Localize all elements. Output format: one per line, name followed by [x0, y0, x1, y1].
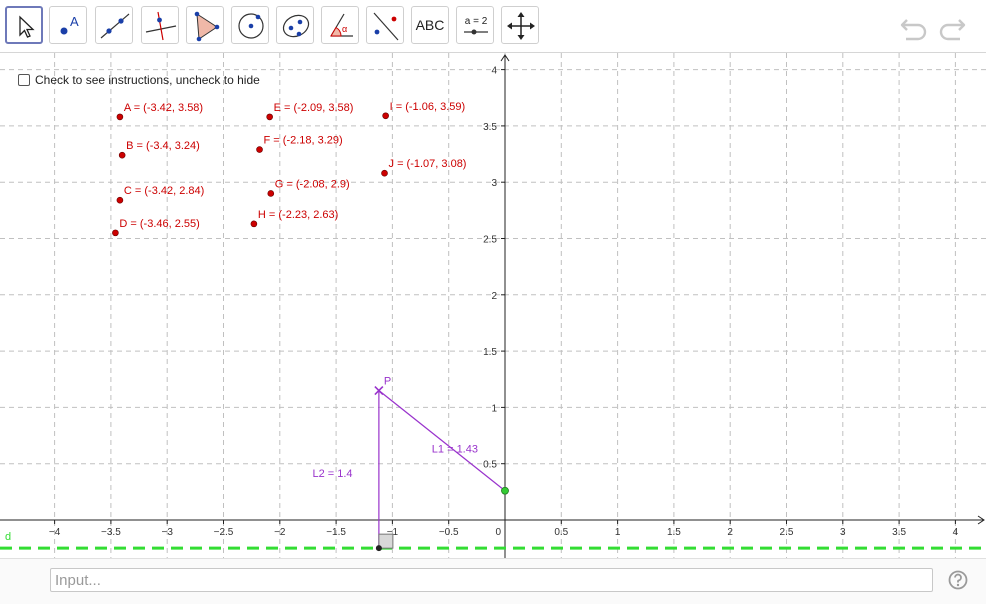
- point-tool[interactable]: A: [49, 6, 87, 44]
- x-axis-tick-label: 1: [615, 527, 621, 538]
- input-field[interactable]: [50, 568, 933, 592]
- x-axis-tick-label: −0.5: [439, 527, 459, 538]
- y-axis-tick-label: 1.5: [483, 347, 497, 358]
- line-tool[interactable]: [95, 6, 133, 44]
- angle-tool-label: α: [342, 24, 347, 34]
- x-axis-tick-label: 1.5: [667, 527, 681, 538]
- point-j[interactable]: [381, 169, 388, 177]
- point-f[interactable]: [256, 146, 263, 153]
- y-axis-tick-label: 1: [491, 403, 497, 414]
- point-p-label: P: [384, 376, 391, 388]
- x-axis-tick-label: 4: [953, 527, 959, 538]
- point-d[interactable]: [112, 229, 119, 237]
- move-graphics-tool[interactable]: [501, 6, 539, 44]
- point-g[interactable]: [267, 190, 275, 197]
- line-icon: [100, 13, 130, 39]
- y-axis-tick-label: 2: [491, 291, 497, 302]
- point-b-label: B = (-3.4, 3.24): [126, 140, 200, 152]
- point-i-label: I = (-1.06, 3.59): [390, 101, 466, 113]
- point-j-label: J = (-1.07, 3.08): [389, 158, 467, 170]
- y-axis-tick-label: 4: [491, 66, 497, 77]
- slider-tool-label: a = 2: [465, 16, 488, 27]
- x-axis-tick-label: −4: [49, 527, 61, 538]
- slider-tool[interactable]: a = 2: [456, 6, 494, 44]
- perpendicular-icon: [145, 11, 177, 41]
- x-axis-tick-label: −2: [274, 527, 286, 538]
- x-axis-tick-label: 2: [727, 527, 733, 538]
- l1-label: L1 = 1.43: [432, 443, 478, 455]
- perpendicular-line-tool[interactable]: [141, 6, 179, 44]
- x-axis-tick-label: 0.5: [554, 527, 568, 538]
- foot-point[interactable]: [375, 545, 382, 552]
- help-button[interactable]: [948, 570, 968, 590]
- y-axis-point[interactable]: [501, 486, 509, 495]
- ellipse-icon: [282, 14, 310, 38]
- y-axis-tick-label: 3: [491, 178, 497, 189]
- undo-icon: [900, 19, 927, 41]
- instructions-checkbox-row[interactable]: Check to see instructions, uncheck to hi…: [18, 73, 260, 87]
- coordinate-plane[interactable]: −4 −3.5 −3 −2.5 −2 −1.5 −1 −0.5 0 0.5 1 1.5 2 2.5 3 3.5…: [0, 53, 986, 558]
- x-axis-tick-label: 3.5: [892, 527, 906, 538]
- text-tool[interactable]: ABC: [411, 6, 449, 44]
- point-tool-label: A: [70, 14, 79, 29]
- move-tool[interactable]: [5, 6, 43, 44]
- x-axis-tick-label: −1.5: [326, 527, 346, 538]
- polygon-icon: [194, 11, 220, 42]
- circle-icon: [238, 13, 264, 39]
- move-view-icon: [507, 12, 535, 40]
- x-axis-tick-label: 0: [495, 527, 501, 538]
- point-b[interactable]: [118, 151, 126, 159]
- point-i[interactable]: [382, 112, 389, 120]
- point-a-label: A = (-3.42, 3.58): [124, 102, 203, 114]
- angle-icon: α: [330, 13, 353, 37]
- segment-l1[interactable]: [378, 390, 506, 492]
- help-icon: [948, 570, 968, 590]
- y-axis-tick-label: 0.5: [483, 460, 497, 471]
- point-a[interactable]: [116, 113, 124, 121]
- point-h-label: H = (-2.23, 2.63): [258, 209, 338, 221]
- point-icon: A: [60, 14, 79, 35]
- point-c-label: C = (-3.42, 2.84): [124, 185, 204, 197]
- point-h[interactable]: [250, 220, 258, 228]
- x-axis-tick-label: −3.5: [101, 527, 121, 538]
- circle-tool[interactable]: [231, 6, 269, 44]
- y-axis-tick-label: 3.5: [483, 122, 497, 133]
- slider-icon: a = 2: [464, 16, 488, 35]
- reflect-tool[interactable]: [366, 6, 404, 44]
- angle-tool[interactable]: α: [321, 6, 359, 44]
- line-d-label: d: [5, 531, 11, 543]
- undo-button[interactable]: [898, 10, 930, 42]
- point-e-label: E = (-2.09, 3.58): [274, 102, 354, 114]
- instructions-checkbox[interactable]: [18, 74, 30, 86]
- point-d-label: D = (-3.46, 2.55): [119, 218, 199, 230]
- polygon-tool[interactable]: [186, 6, 224, 44]
- x-axis-tick-label: 3: [840, 527, 846, 538]
- point-f-label: F = (-2.18, 3.29): [264, 135, 343, 147]
- x-axis-tick-label: −2.5: [214, 527, 234, 538]
- input-bar: [0, 558, 986, 604]
- ellipse-tool[interactable]: [276, 6, 314, 44]
- y-axis-tick-label: 2.5: [483, 235, 497, 246]
- toolbar: A α ABC a = 2: [0, 0, 986, 53]
- reflect-icon: [373, 12, 399, 41]
- point-e[interactable]: [266, 113, 273, 121]
- redo-icon: [939, 19, 966, 41]
- l2-label: L2 = 1.4: [312, 468, 352, 480]
- arrow-cursor-icon: [19, 15, 35, 38]
- graphics-view[interactable]: −4 −3.5 −3 −2.5 −2 −1.5 −1 −0.5 0 0.5 1 1.5 2 2.5 3 3.5…: [0, 53, 986, 558]
- text-icon: ABC: [415, 17, 445, 33]
- point-c[interactable]: [116, 196, 124, 204]
- instructions-label: Check to see instructions, uncheck to hi…: [35, 73, 260, 87]
- point-g-label: G = (-2.08, 2.9): [275, 178, 350, 190]
- x-axis-tick-label: −3: [161, 527, 173, 538]
- redo-button[interactable]: [936, 10, 968, 42]
- x-axis-tick-label: 2.5: [780, 527, 794, 538]
